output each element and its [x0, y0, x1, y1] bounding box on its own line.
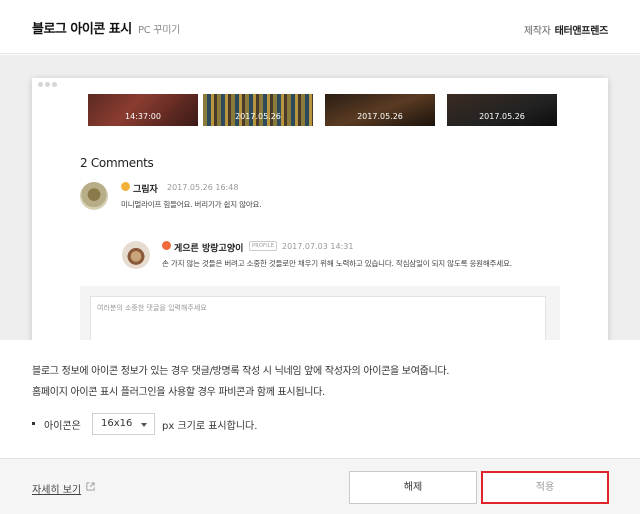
apply-button[interactable]: 적용	[481, 471, 609, 504]
comment-date: 2017.05.26 16:48	[167, 183, 239, 192]
window-dot-icon	[45, 82, 50, 87]
comments-title: 2 Comments	[80, 156, 154, 170]
window-titlebar	[32, 78, 608, 91]
icon-size-value: 16x16	[101, 418, 133, 429]
option-suffix: px 크기로 표시합니다.	[162, 421, 258, 432]
description-line: 홈페이지 아이콘 표시 플러그인을 사용할 경우 파비콘과 함께 표시됩니다.	[32, 387, 325, 398]
chevron-down-icon	[141, 423, 147, 427]
blog-icon-badge	[162, 241, 171, 250]
post-thumbnail: 14:37:00	[88, 94, 198, 126]
preview-area: 14:37:00 2017.05.26 2017.05.26 2017.05.2…	[0, 55, 640, 340]
maker-name: 태터앤프렌즈	[554, 26, 609, 37]
disable-button[interactable]: 해제	[349, 471, 477, 504]
plugin-header: 블로그 아이콘 표시 PC 꾸미기 제작자 태터앤프렌즈	[0, 0, 640, 54]
comment-author: 그림자	[133, 185, 158, 195]
maker-info: 제작자 태터앤프렌즈	[524, 22, 608, 37]
post-thumbnail: 2017.05.26	[203, 94, 313, 126]
comment-date: 2017.07.03 14:31	[282, 242, 354, 251]
plugin-footer: 자세히 보기 해제 적용	[0, 458, 640, 514]
icon-size-select[interactable]: 16x16	[92, 413, 155, 435]
thumbnail-date: 2017.05.26	[235, 112, 281, 121]
comment-text: 미니멀라이프 힘들어요. 버리기가 쉽지 않아요.	[121, 200, 262, 209]
post-thumbnail: 2017.05.26	[325, 94, 435, 126]
avatar	[80, 182, 108, 210]
window-dot-icon	[38, 82, 43, 87]
maker-label: 제작자	[523, 26, 551, 37]
description-line: 블로그 정보에 아이콘 정보가 있는 경우 댓글/방명록 작성 시 닉네임 앞에…	[32, 366, 450, 377]
plugin-category: PC 꾸미기	[138, 25, 180, 36]
option-label: 아이콘은	[44, 421, 81, 432]
preview-window: 14:37:00 2017.05.26 2017.05.26 2017.05.2…	[32, 78, 608, 340]
plugin-title: 블로그 아이콘 표시	[32, 22, 132, 37]
window-dot-icon	[52, 82, 57, 87]
external-link-icon	[86, 482, 95, 491]
comment-author: 게으른 방랑고양이	[174, 244, 244, 254]
post-thumbnail: 2017.05.26	[447, 94, 557, 126]
post-thumbnails: 14:37:00 2017.05.26 2017.05.26 2017.05.2…	[88, 94, 592, 126]
thumbnail-date: 2017.05.26	[479, 112, 525, 121]
bullet-icon	[32, 422, 35, 425]
avatar	[122, 241, 150, 269]
thumbnail-date: 2017.05.26	[357, 112, 403, 121]
icon-size-option: 아이콘은 16x16 px 크기로 표시합니다.	[32, 413, 432, 435]
reply-box: 여러분의 소중한 댓글을 입력해주세요	[80, 286, 560, 340]
more-info-link[interactable]: 자세히 보기	[32, 481, 81, 496]
profile-tag: PROFILE	[249, 241, 278, 251]
reply-placeholder: 여러분의 소중한 댓글을 입력해주세요	[97, 304, 207, 312]
comment-text: 손 가지 않는 것들은 버려고 소중한 것들로만 채우기 위해 노력하고 있습니…	[162, 259, 512, 268]
reply-input: 여러분의 소중한 댓글을 입력해주세요	[90, 296, 546, 340]
blog-icon-badge	[121, 182, 130, 191]
thumbnail-date: 14:37:00	[125, 112, 161, 121]
